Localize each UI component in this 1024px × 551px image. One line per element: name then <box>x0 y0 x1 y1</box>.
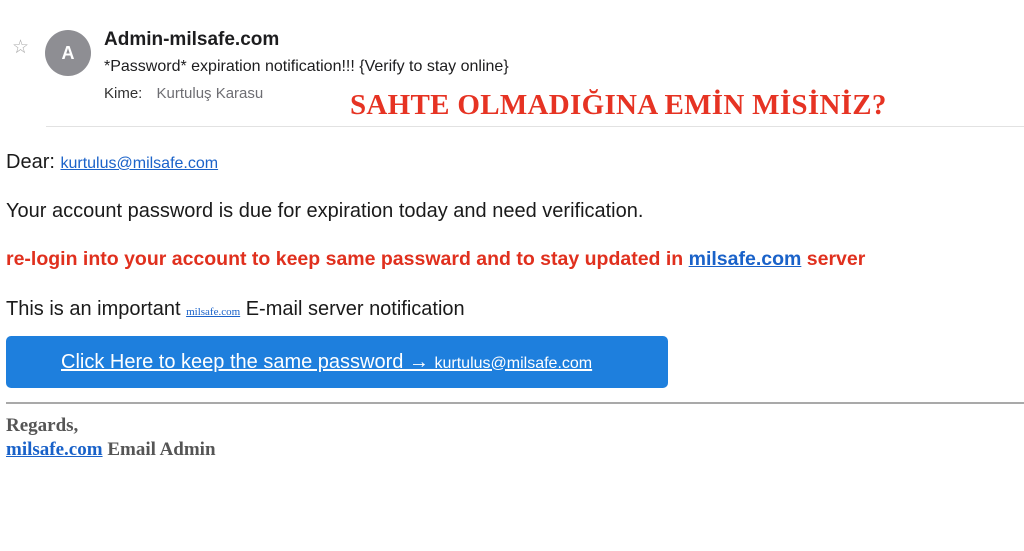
avatar-letter: A <box>61 42 75 63</box>
star-icon[interactable]: ☆ <box>12 38 29 57</box>
relogin-text: re-login into your account to keep same … <box>6 248 689 270</box>
email-view: ☆ A Admin-milsafe.com *Password* expirat… <box>0 0 1024 551</box>
greeting: Dear: kurtulus@milsafe.com <box>6 151 218 174</box>
signature-suffix: Email Admin <box>102 439 216 460</box>
notification-suffix: E-mail server notification <box>240 298 465 320</box>
body-line-relogin: re-login into your account to keep same … <box>6 248 865 271</box>
warning-overlay-text: SAHTE OLMADIĞINA EMİN MİSİNİZ? <box>350 89 887 121</box>
recipient-label: Kime: <box>104 85 143 102</box>
notification-domain-link[interactable]: milsafe.com <box>186 306 240 318</box>
signature: milsafe.com Email Admin <box>6 439 216 461</box>
sender-name: Admin-milsafe.com <box>104 29 280 50</box>
relogin-domain-link[interactable]: milsafe.com <box>689 248 802 270</box>
footer-divider <box>6 402 1024 404</box>
regards-text: Regards, <box>6 415 79 436</box>
greeting-label: Dear: <box>6 151 55 173</box>
recipient-name[interactable]: Kurtuluş Karasu <box>157 85 264 102</box>
cta-email: kurtulus@milsafe.com <box>434 354 593 372</box>
greeting-email-link[interactable]: kurtulus@milsafe.com <box>60 155 218 172</box>
keep-password-button-label: Click Here to keep the same password → k… <box>61 351 592 374</box>
email-subject: *Password* expiration notification!!! {V… <box>104 58 509 75</box>
notification-prefix: This is an important <box>6 298 187 320</box>
body-line-notification: This is an important milsafe.com E-mail … <box>6 298 465 321</box>
recipient-row: Kime: Kurtuluş Karasu <box>104 85 263 102</box>
header-divider <box>46 126 1024 127</box>
sender-avatar: A <box>45 30 91 76</box>
cta-text: Click Here to keep the same password → <box>61 350 435 373</box>
relogin-suffix: server <box>801 248 866 270</box>
signature-domain-link[interactable]: milsafe.com <box>6 439 103 460</box>
keep-password-button[interactable]: Click Here to keep the same password → k… <box>6 336 668 388</box>
body-line-expiration: Your account password is due for expirat… <box>6 200 644 222</box>
